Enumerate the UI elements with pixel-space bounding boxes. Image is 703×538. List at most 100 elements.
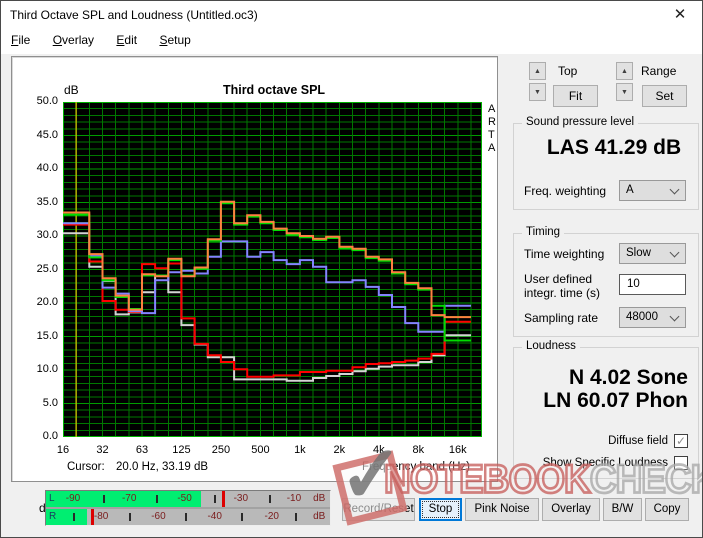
x-axis-tick-label: 16k [448,444,467,456]
top-label: Top [558,64,578,78]
meter-tick-mark [213,495,216,503]
chevron-down-icon [669,184,680,195]
menu-item-setup[interactable]: Setup [150,29,199,51]
top-spin-down-button[interactable]: ▼ [529,83,546,101]
record-reset-button[interactable]: Record/Reset [342,498,415,521]
sampling-rate-label: Sampling rate [524,311,599,325]
diffuse-field-checkbox[interactable]: ✓ [674,434,688,448]
chevron-down-icon [669,247,680,258]
meter-row-right: R -80 -60 -40 -20 dB [46,509,330,525]
range-label: Range [641,64,677,78]
y-axis-tick-label: 50.0 [36,95,58,107]
meter-scale-label: -50 [177,493,192,504]
timing-group: Timing Time weighting Slow User defined … [513,226,699,337]
spl-plot-svg [63,102,482,437]
meter-tick-mark [72,513,75,521]
close-icon: ✕ [673,6,687,23]
freq-weighting-select[interactable]: A [619,180,686,201]
phon-value: LN 60.07 Phon [543,389,688,412]
meter-scale-label: -80 [93,511,109,522]
series-orange-trace [63,200,471,319]
group-label: Timing [522,226,565,238]
time-weighting-select[interactable]: Slow [619,243,686,264]
x-axis-tick-label: 250 [211,444,231,456]
top-spin-up-button[interactable]: ▲ [529,62,546,80]
range-spin-down-button[interactable]: ▼ [616,83,633,101]
series-blue-trace [63,222,471,333]
set-button[interactable]: Set [642,85,687,107]
x-axis-tick-label: 1k [294,444,306,456]
meter-scale-label: dB [313,493,326,504]
overlay-button[interactable]: Overlay [542,498,600,521]
group-label: Sound pressure level [522,116,639,128]
meter-scale-label: -70 [121,493,137,504]
y-axis-tick-label: 40.0 [36,162,58,174]
close-button[interactable]: ✕ [669,5,691,25]
fit-button[interactable]: Fit [553,85,598,107]
loudness-group: Loudness N 4.02 Sone LN 60.07 Phon Diffu… [513,340,699,479]
menu-item-edit[interactable]: Edit [107,29,146,51]
arta-corner-label: A R T A [488,103,496,154]
range-spinner: ▲ ▼ [616,62,633,104]
menu-item-overlay[interactable]: Overlay [44,29,103,51]
menu-item-file[interactable]: File [2,29,39,51]
level-meter: L -90 -70 -50 -30 -10 dB R -80 -60 -40 -20 dB [45,490,331,526]
y-axis-tick-label: 15.0 [36,329,58,342]
top-spinner: ▲ ▼ [529,62,546,104]
range-spin-up-button[interactable]: ▲ [616,62,633,80]
x-axis-tick-label: 63 [135,444,149,456]
cursor-readout-label: Cursor: [67,461,105,473]
series-white-trace [63,232,471,382]
channel-label: R [49,511,57,522]
freq-weighting-label: Freq. weighting [524,184,607,198]
bw-button[interactable]: B/W [603,498,642,521]
group-label: Loudness [522,340,580,352]
chart-title: Third octave SPL [222,83,326,97]
pink-noise-button[interactable]: Pink Noise [465,498,539,521]
sampling-rate-value: 48000 [626,311,658,323]
meter-peak-indicator [222,491,226,507]
spl-plot-area[interactable] [63,102,482,437]
sound-pressure-level-group: Sound pressure level LAS 41.29 dB Freq. … [513,116,699,210]
diffuse-field-row: Diffuse field ✓ [608,434,688,448]
spl-chart-panel: dB Third octave SPL A R T A Cursor: 20.0… [11,56,498,482]
menu-bar: File Overlay Edit Setup [1,29,702,54]
y-axis-title: dB [64,83,79,97]
x-axis-tick-label: 16 [56,444,70,456]
meter-scale-label: -10 [286,493,302,504]
y-axis-tick-label: 20.0 [36,296,58,308]
meter-scale-label: -30 [233,493,249,504]
sampling-rate-select[interactable]: 48000 [619,307,686,328]
time-weighting-label: Time weighting [524,247,605,261]
meter-tick-mark [129,513,132,521]
meter-scale-label: -90 [65,493,81,504]
y-axis-tick-label: 25.0 [36,262,58,275]
y-axis-tick-label: 5.0 [42,396,58,409]
meter-row-left: L -90 -70 -50 -30 -10 dB [46,491,330,509]
y-axis-tick-label: 10.0 [36,363,58,375]
time-weighting-value: Slow [626,247,651,259]
specific-loudness-checkbox[interactable] [674,456,688,470]
copy-button[interactable]: Copy [645,498,689,521]
x-axis-title: Frequency band (Hz) [361,461,470,473]
cursor-readout-value: 20.0 Hz, 33.19 dB [116,461,209,473]
meter-tick-mark [102,495,105,503]
x-axis-tick-label: 8k [412,444,425,456]
y-axis-tick-label: 30.0 [36,229,58,241]
x-axis-tick-label: 2k [333,444,346,456]
arrow-down-icon: ▼ [621,89,628,96]
arrow-down-icon: ▼ [534,89,541,96]
y-axis-tick-label: 35.0 [36,195,58,208]
arta-spl-window: Third Octave SPL and Loudness (Untitled.… [0,0,703,538]
series-red-trace [63,223,471,378]
stop-button[interactable]: Stop [419,498,462,521]
arrow-up-icon: ▲ [621,68,628,75]
specific-loudness-row: Show Specific Loudness [543,456,688,470]
integr-time-input[interactable]: 10 [619,274,686,295]
diffuse-field-label: Diffuse field [608,435,668,447]
meter-tick-mark [240,513,243,521]
meter-scale-label: -40 [207,511,222,522]
meter-scale-label: dB [313,511,326,522]
integr-time-label-line1: User defined [524,272,593,286]
channel-label: L [49,493,55,504]
